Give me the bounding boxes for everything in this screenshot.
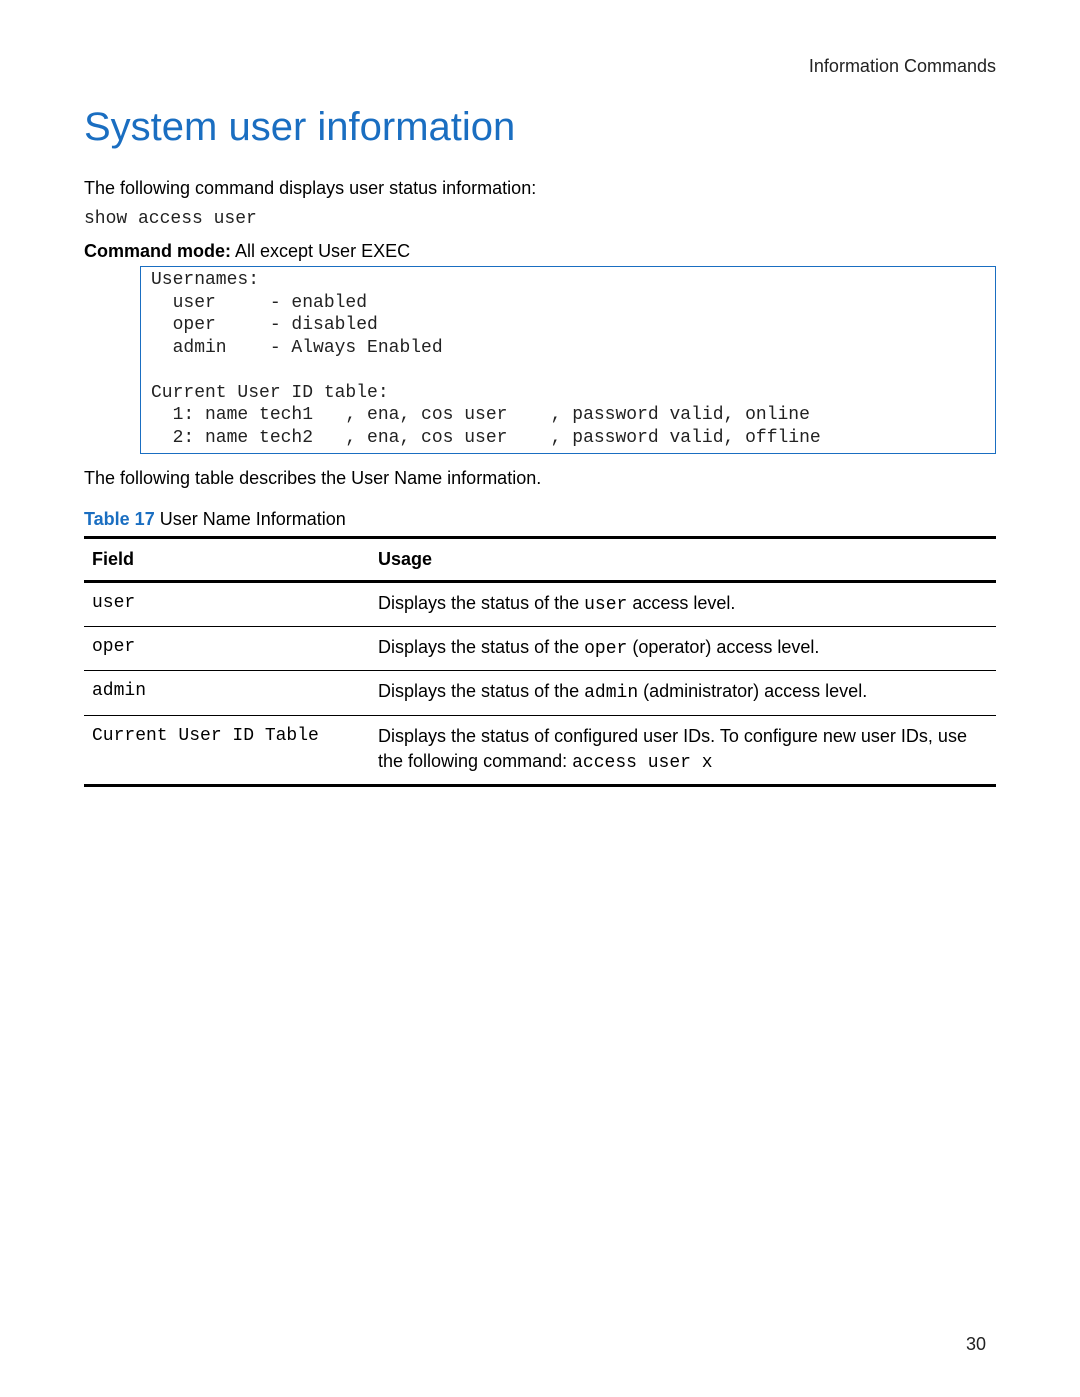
table-row: user Displays the status of the user acc… <box>84 582 996 627</box>
table-row: Current User ID Table Displays the statu… <box>84 715 996 785</box>
cell-field: admin <box>84 671 370 715</box>
usage-pre: Displays the status of the <box>378 637 584 657</box>
usage-pre: Displays the status of the <box>378 593 584 613</box>
page-container: Information Commands System user informa… <box>0 0 1080 1397</box>
cell-field: Current User ID Table <box>84 715 370 785</box>
cell-usage: Displays the status of configured user I… <box>370 715 996 785</box>
cell-field: oper <box>84 627 370 671</box>
header-section-label: Information Commands <box>84 56 996 77</box>
cell-usage: Displays the status of the oper (operato… <box>370 627 996 671</box>
page-number: 30 <box>966 1334 986 1355</box>
th-field: Field <box>84 538 370 582</box>
cell-field: user <box>84 582 370 627</box>
cell-usage: Displays the status of the user access l… <box>370 582 996 627</box>
table-header-row: Field Usage <box>84 538 996 582</box>
table-row: oper Displays the status of the oper (op… <box>84 627 996 671</box>
usage-mono: user <box>584 595 627 615</box>
usage-post: access level. <box>627 593 735 613</box>
table-intro-text: The following table describes the User N… <box>84 468 996 489</box>
command-mode-value: All except User EXEC <box>231 241 410 261</box>
user-name-info-table: Field Usage user Displays the status of … <box>84 536 996 787</box>
table-caption: Table 17 User Name Information <box>84 509 996 530</box>
th-usage: Usage <box>370 538 996 582</box>
usage-post: (operator) access level. <box>627 637 819 657</box>
usage-post: (administrator) access level. <box>638 681 867 701</box>
command-literal: show access user <box>84 209 996 229</box>
command-mode-label: Command mode: <box>84 241 231 261</box>
table-row: admin Displays the status of the admin (… <box>84 671 996 715</box>
usage-mono: oper <box>584 639 627 659</box>
intro-text: The following command displays user stat… <box>84 178 996 199</box>
table-caption-title: User Name Information <box>155 509 346 529</box>
cell-usage: Displays the status of the admin (admini… <box>370 671 996 715</box>
page-title: System user information <box>84 105 996 150</box>
usage-pre: Displays the status of the <box>378 681 584 701</box>
usage-mono: admin <box>584 683 638 703</box>
usage-mono: access user x <box>572 753 712 773</box>
output-code-block: Usernames: user - enabled oper - disable… <box>140 266 996 454</box>
table-caption-label: Table 17 <box>84 509 155 529</box>
command-mode-line: Command mode: All except User EXEC <box>84 241 996 262</box>
